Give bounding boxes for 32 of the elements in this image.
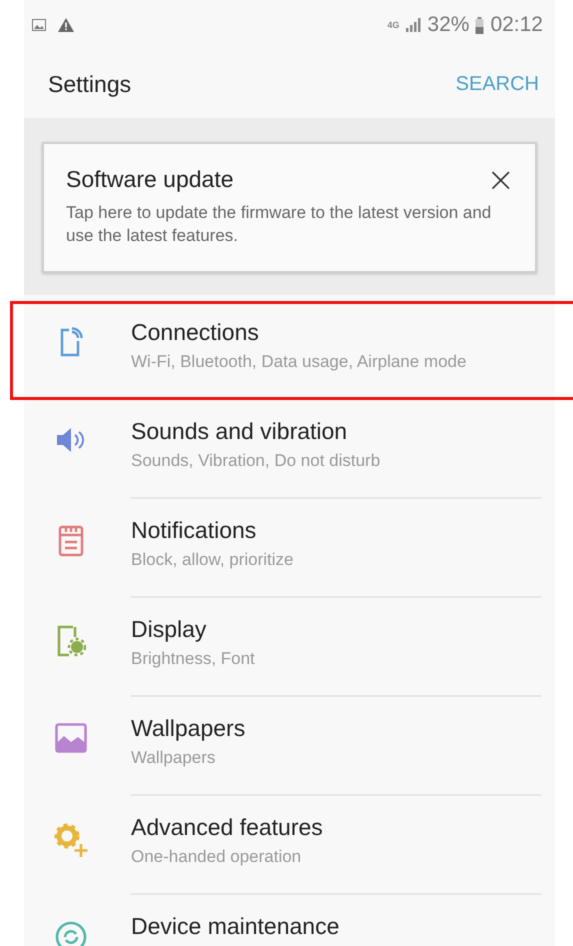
item-subtitle: Sounds, Vibration, Do not disturb	[131, 451, 382, 471]
item-title: Device maintenance	[131, 913, 340, 940]
battery-level: 32%	[427, 13, 470, 37]
clock: 02:12	[490, 13, 543, 37]
item-subtitle: Wallpapers	[131, 748, 216, 768]
image-icon	[32, 19, 46, 31]
settings-item[interactable]: Connections Wi-Fi, Bluetooth, Data usage, Airplane mode	[24, 301, 555, 400]
item-title: Connections	[131, 319, 260, 346]
item-subtitle: Brightness, Font	[131, 649, 256, 669]
item-title: Sounds and vibration	[131, 418, 348, 445]
settings-item[interactable]: Notifications Block, allow, prioritize	[24, 499, 555, 598]
item-title: Notifications	[131, 517, 258, 544]
item-subtitle: Wi-Fi, Bluetooth, Data usage, Airplane mode	[131, 352, 468, 372]
settings-item[interactable]: Wallpapers Wallpapers	[24, 697, 555, 796]
signal-icon	[405, 18, 422, 32]
battery-icon	[475, 16, 484, 34]
item-title: Advanced features	[131, 814, 324, 841]
item-subtitle: One-handed operation	[131, 847, 302, 867]
update-card[interactable]: Software update × Tap here to update the firmware to the latest version and use the latest features.	[42, 142, 537, 273]
settings-item[interactable]: Sounds and vibration Sounds, Vibration, Do not disturb	[24, 400, 555, 499]
close-button[interactable]: ×	[486, 168, 515, 192]
warning-icon	[58, 18, 74, 32]
card-description: Tap here to update the firmware to the latest version and use the latest features.	[66, 202, 492, 247]
page-title: Settings	[48, 70, 132, 98]
settings-item[interactable]: Advanced features One-handed operation	[24, 796, 555, 895]
card-title: Software update	[66, 166, 234, 193]
network-type: 4G	[387, 20, 400, 30]
item-title: Wallpapers	[131, 715, 246, 742]
settings-item[interactable]: Display Brightness, Font	[24, 598, 555, 697]
settings-item[interactable]: Device maintenance	[24, 895, 555, 946]
item-title: Display	[131, 616, 208, 643]
item-subtitle: Block, allow, prioritize	[131, 550, 295, 570]
